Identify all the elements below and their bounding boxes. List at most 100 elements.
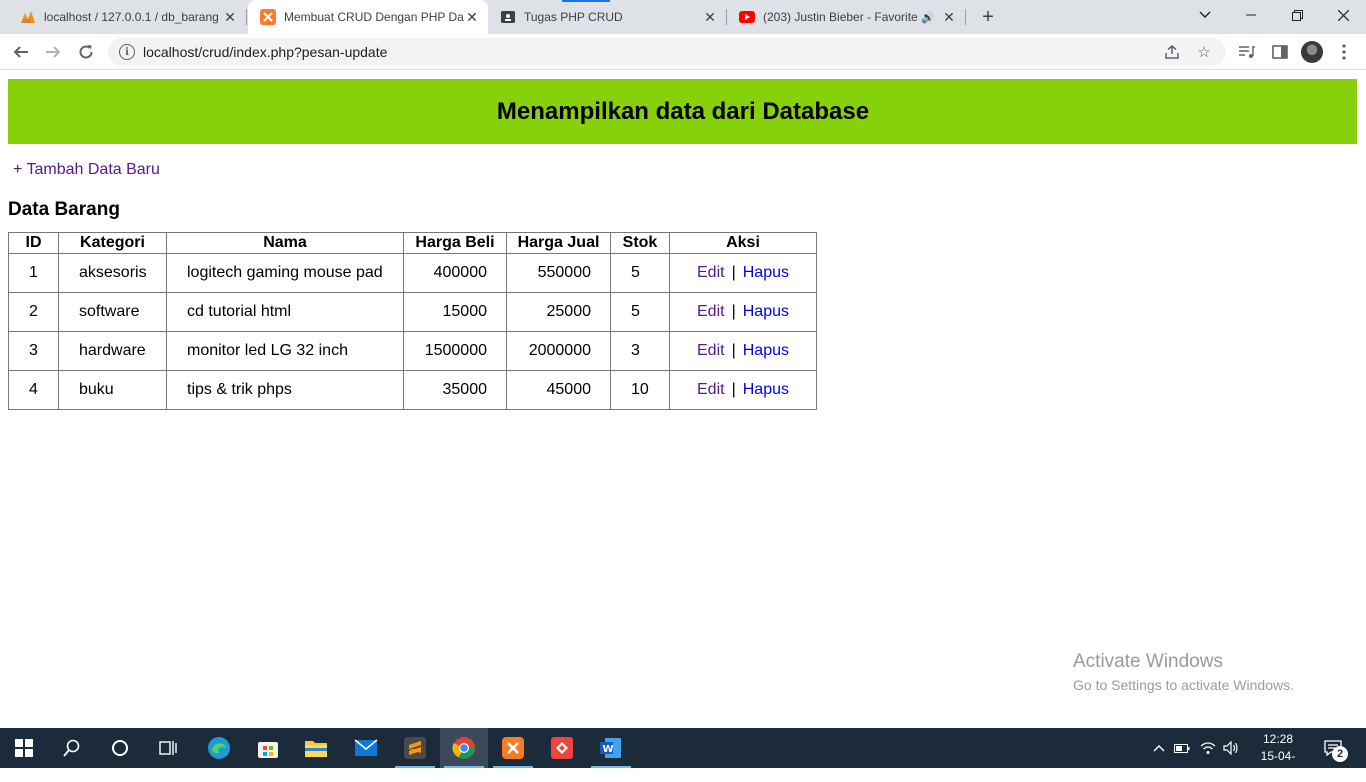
battery-icon[interactable] bbox=[1173, 728, 1191, 768]
cell-harga-jual: 45000 bbox=[506, 370, 611, 410]
show-hidden-icons-button[interactable] bbox=[1150, 728, 1168, 768]
tab-crud-tutorial[interactable]: Membuat CRUD Dengan PHP Da ✕ bbox=[248, 0, 488, 34]
url-text: localhost/crud/index.php?pesan-update bbox=[143, 44, 388, 60]
tab-search-button[interactable] bbox=[1182, 0, 1228, 30]
tab-tugas-php[interactable]: Tugas PHP CRUD ✕ bbox=[488, 0, 726, 34]
page-content: Menampilkan data dari Database + Tambah … bbox=[0, 71, 1366, 728]
table-row: 1 aksesoris logitech gaming mouse pad 40… bbox=[8, 253, 817, 293]
minimize-icon bbox=[1246, 14, 1256, 16]
star-icon[interactable]: ☆ bbox=[1194, 42, 1214, 62]
taskbar-store[interactable] bbox=[244, 728, 292, 768]
loading-indicator bbox=[562, 0, 610, 2]
cell-id: 1 bbox=[8, 253, 59, 293]
delete-link[interactable]: Hapus bbox=[743, 264, 789, 281]
speaker-icon[interactable]: 🔊 bbox=[921, 11, 935, 24]
tab-youtube[interactable]: (203) Justin Bieber - Favorite 🔊 ✕ bbox=[727, 0, 965, 34]
close-icon bbox=[1337, 9, 1349, 21]
wifi-icon[interactable] bbox=[1198, 728, 1218, 768]
cortana-button[interactable] bbox=[96, 728, 144, 768]
share-icon[interactable] bbox=[1162, 42, 1182, 62]
cell-id: 4 bbox=[8, 370, 59, 410]
cell-kategori: software bbox=[58, 292, 167, 332]
clock-time: 12:28 bbox=[1262, 732, 1294, 746]
restore-icon bbox=[1291, 9, 1303, 21]
minimize-button[interactable] bbox=[1228, 0, 1274, 30]
edit-link[interactable]: Edit bbox=[697, 381, 725, 398]
cell-stok: 5 bbox=[610, 253, 670, 293]
cell-nama: logitech gaming mouse pad bbox=[166, 253, 404, 293]
chrome-icon bbox=[452, 737, 475, 759]
tab-title: (203) Justin Bieber - Favorite bbox=[763, 10, 918, 24]
media-control-icon[interactable] bbox=[1237, 42, 1257, 62]
taskbar-clock[interactable]: 12:28 15-04-2022 bbox=[1248, 731, 1308, 782]
cell-nama: tips & trik phps bbox=[166, 370, 404, 410]
cell-kategori: aksesoris bbox=[58, 253, 167, 293]
cell-harga-beli: 1500000 bbox=[403, 331, 507, 371]
delete-link[interactable]: Hapus bbox=[743, 381, 789, 398]
activate-windows-watermark: Activate Windows Go to Settings to activ… bbox=[1073, 651, 1294, 693]
delete-link[interactable]: Hapus bbox=[743, 342, 789, 359]
new-tab-button[interactable]: + bbox=[977, 6, 999, 28]
column-header-aksi: Aksi bbox=[669, 232, 817, 254]
profile-avatar[interactable] bbox=[1301, 41, 1323, 63]
close-icon[interactable]: ✕ bbox=[222, 9, 238, 25]
cell-harga-jual: 2000000 bbox=[506, 331, 611, 371]
back-button[interactable] bbox=[7, 38, 35, 66]
cell-id: 2 bbox=[8, 292, 59, 332]
taskbar-anydesk[interactable] bbox=[538, 728, 586, 768]
taskbar: W 12:28 15-04-2022 bbox=[0, 728, 1366, 780]
cortana-icon bbox=[112, 740, 128, 756]
table-header-row: ID Kategori Nama Harga Beli Harga Jual S… bbox=[8, 232, 817, 254]
clock-date: 15-04-2022 bbox=[1260, 749, 1296, 780]
volume-icon[interactable] bbox=[1221, 728, 1241, 768]
edit-link[interactable]: Edit bbox=[697, 264, 725, 281]
page-header: Menampilkan data dari Database bbox=[8, 79, 1358, 144]
youtube-icon bbox=[739, 9, 755, 25]
edge-icon bbox=[208, 737, 230, 759]
address-bar[interactable]: i localhost/crud/index.php?pesan-update … bbox=[108, 38, 1226, 66]
close-icon[interactable]: ✕ bbox=[464, 9, 480, 25]
cell-nama: monitor led LG 32 inch bbox=[166, 331, 404, 371]
restore-button[interactable] bbox=[1274, 0, 1320, 30]
scrollbar[interactable] bbox=[1357, 71, 1366, 728]
action-separator: | bbox=[731, 381, 736, 398]
arrow-right-icon bbox=[46, 46, 61, 58]
section-title: Data Barang bbox=[8, 199, 120, 220]
table-row: 3 hardware monitor led LG 32 inch 150000… bbox=[8, 331, 817, 371]
tab-phpmyadmin[interactable]: PMA localhost / 127.0.0.1 / db_barang ✕ bbox=[8, 0, 246, 34]
cell-stok: 3 bbox=[610, 331, 670, 371]
sublime-text-icon bbox=[404, 737, 426, 759]
tab-title: Tugas PHP CRUD bbox=[524, 10, 623, 24]
taskbar-edge[interactable] bbox=[195, 728, 243, 768]
action-separator: | bbox=[731, 342, 736, 359]
column-header-nama: Nama bbox=[166, 232, 404, 254]
action-separator: | bbox=[731, 303, 736, 320]
watermark-subtitle: Go to Settings to activate Windows. bbox=[1073, 677, 1294, 693]
taskbar-chrome[interactable] bbox=[440, 728, 488, 768]
reload-button[interactable] bbox=[72, 38, 100, 66]
side-panel-icon[interactable] bbox=[1270, 42, 1290, 62]
cell-harga-beli: 400000 bbox=[403, 253, 507, 293]
tab-separator bbox=[965, 9, 966, 25]
close-icon[interactable]: ✕ bbox=[702, 9, 718, 25]
edit-link[interactable]: Edit bbox=[697, 303, 725, 320]
more-menu-icon[interactable] bbox=[1334, 42, 1354, 62]
taskbar-mail[interactable] bbox=[342, 728, 390, 768]
page-title: Menampilkan data dari Database bbox=[496, 97, 870, 125]
taskbar-sublime[interactable] bbox=[391, 728, 439, 768]
forward-button[interactable] bbox=[39, 38, 67, 66]
taskbar-xampp[interactable] bbox=[489, 728, 537, 768]
task-view-button[interactable] bbox=[144, 728, 192, 768]
close-icon[interactable]: ✕ bbox=[941, 9, 957, 25]
taskbar-file-explorer[interactable] bbox=[292, 728, 340, 768]
add-new-data-link[interactable]: + Tambah Data Baru bbox=[13, 161, 160, 179]
close-window-button[interactable] bbox=[1320, 0, 1366, 30]
cell-harga-beli: 15000 bbox=[403, 292, 507, 332]
taskbar-word[interactable]: W bbox=[587, 728, 635, 768]
search-button[interactable] bbox=[48, 728, 96, 768]
start-button[interactable] bbox=[0, 728, 48, 768]
tab-separator bbox=[246, 9, 247, 25]
info-icon[interactable]: i bbox=[119, 44, 135, 60]
edit-link[interactable]: Edit bbox=[697, 342, 725, 359]
delete-link[interactable]: Hapus bbox=[743, 303, 789, 320]
